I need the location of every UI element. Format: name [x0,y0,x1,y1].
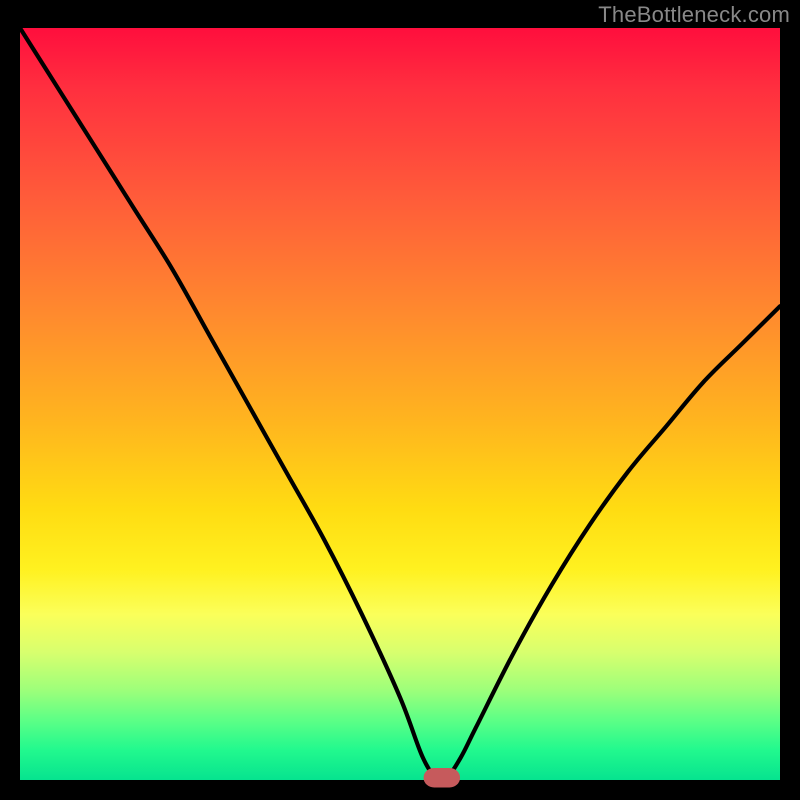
heat-gradient-plot [20,28,780,780]
watermark-text: TheBottleneck.com [598,2,790,28]
curve-layer [20,28,780,780]
chart-frame: TheBottleneck.com [0,0,800,800]
bottleneck-curve [20,28,780,783]
minimum-marker [427,772,456,784]
